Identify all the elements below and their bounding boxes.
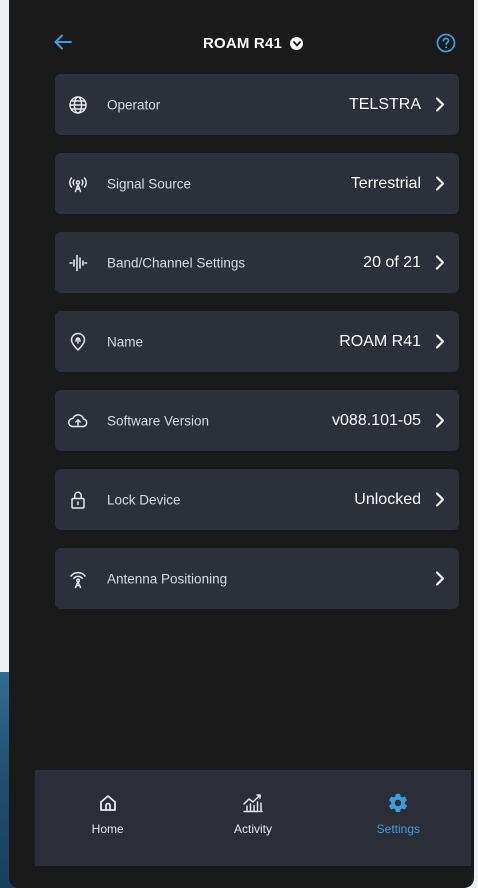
signal-source-icon [67, 173, 89, 195]
settings-row-value: Unlocked [354, 490, 421, 508]
device-selector[interactable]: ROAM R41 [35, 35, 471, 52]
chevron-right-icon [433, 97, 447, 113]
settings-row-operator[interactable]: Operator TELSTRA [55, 74, 459, 135]
antenna-icon [67, 568, 89, 590]
chevron-right-icon [433, 334, 447, 350]
chevron-down-icon [290, 37, 304, 50]
settings-row-value: ROAM R41 [339, 332, 421, 350]
location-pin-icon [67, 331, 89, 353]
settings-row-label: Name [107, 334, 144, 349]
gear-icon [387, 792, 409, 814]
settings-row-software-version[interactable]: Software Version v088.101-05 [55, 390, 459, 451]
help-button[interactable] [435, 32, 457, 54]
waveform-icon [67, 252, 89, 274]
settings-row-label: Operator [107, 97, 161, 112]
nav-item-activity[interactable]: Activity [180, 770, 325, 866]
settings-row-label: Software Version [107, 413, 210, 428]
settings-row-signal-source[interactable]: Signal Source Terrestrial [55, 153, 459, 214]
chevron-right-icon [433, 492, 447, 508]
page-title: ROAM R41 [202, 35, 283, 52]
settings-row-value: 20 of 21 [363, 253, 421, 271]
chevron-right-icon [433, 413, 447, 429]
home-icon [97, 792, 119, 814]
help-circle-icon [436, 33, 456, 53]
settings-row-label: Signal Source [107, 176, 192, 191]
chevron-right-icon [433, 176, 447, 192]
nav-item-home[interactable]: Home [35, 770, 180, 866]
settings-list: Operator TELSTRA Signal Source Terrestri… [55, 74, 459, 627]
settings-row-label: Antenna Positioning [107, 571, 228, 586]
nav-label: Activity [233, 822, 272, 836]
chevron-right-icon [433, 255, 447, 271]
lock-icon [67, 489, 89, 511]
activity-chart-icon [242, 792, 264, 814]
settings-row-band-channel[interactable]: Band/Channel Settings 20 of 21 [55, 232, 459, 293]
cloud-upload-icon [67, 410, 89, 432]
globe-icon [67, 94, 89, 116]
settings-row-value: v088.101-05 [332, 411, 421, 429]
nav-item-settings[interactable]: Settings [326, 770, 471, 866]
nav-label: Home [91, 822, 124, 836]
settings-row-value: Terrestrial [350, 174, 421, 192]
settings-row-antenna-positioning[interactable]: Antenna Positioning [55, 548, 459, 609]
app-screen: ROAM R41 Operator TELSTRA Signal Source … [35, 4, 471, 866]
settings-row-label: Band/Channel Settings [107, 255, 246, 270]
nav-label: Settings [376, 822, 420, 836]
settings-row-lock-device[interactable]: Lock Device Unlocked [55, 469, 459, 530]
header: ROAM R41 [35, 4, 471, 74]
bottom-nav: Home Activity Settings [35, 770, 471, 866]
chevron-right-icon [433, 571, 447, 587]
settings-row-label: Lock Device [107, 492, 181, 507]
phone-frame: ROAM R41 Operator TELSTRA Signal Source … [9, 0, 474, 888]
settings-row-value: TELSTRA [348, 95, 421, 113]
settings-row-name[interactable]: Name ROAM R41 [55, 311, 459, 372]
stage: ROAM R41 Operator TELSTRA Signal Source … [0, 0, 478, 888]
